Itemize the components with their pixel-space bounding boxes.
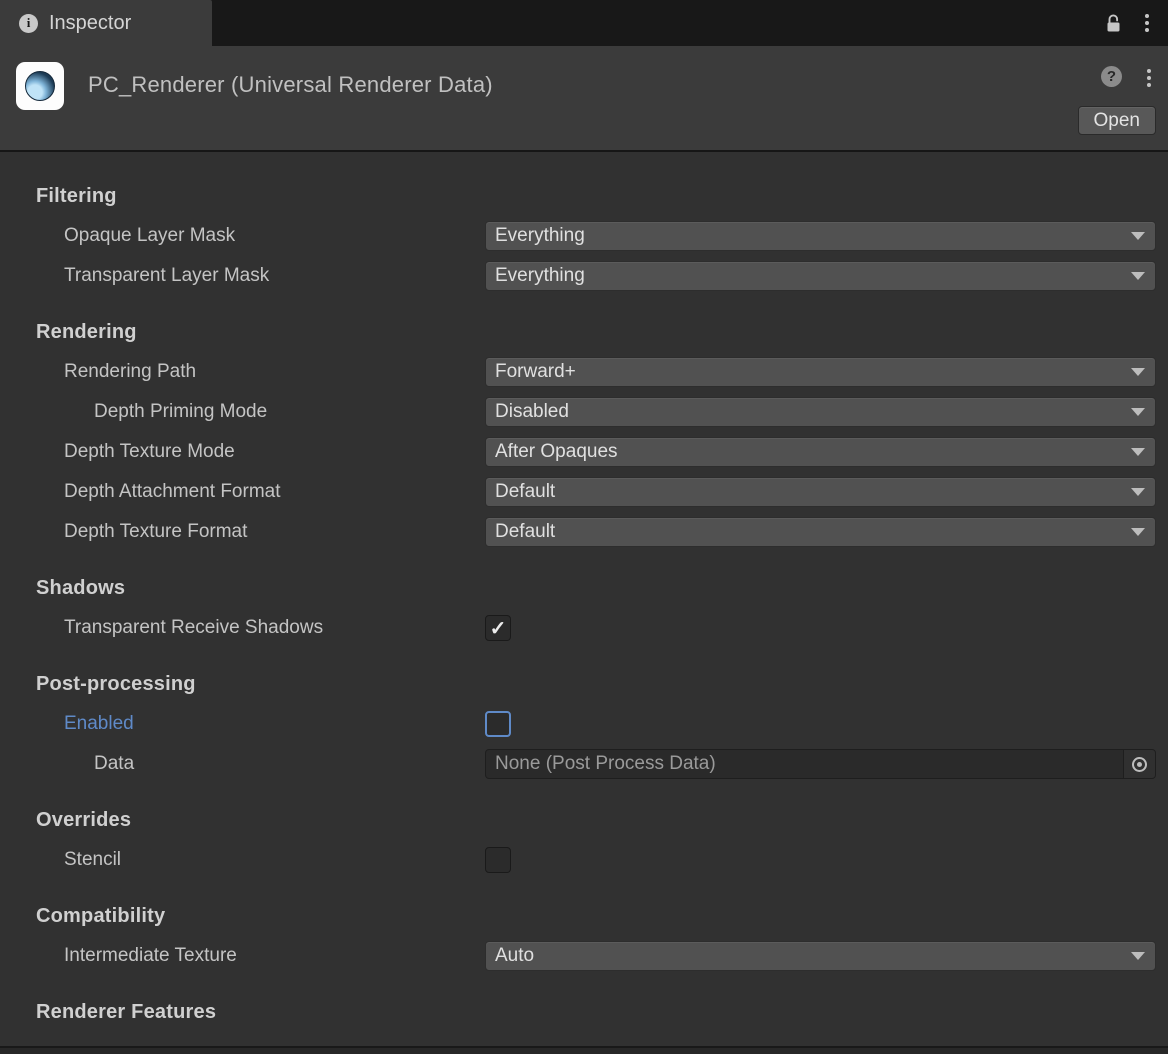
- checkbox-enabled[interactable]: [485, 711, 511, 737]
- property-row-transparent-receive-shadows: Transparent Receive Shadows: [0, 608, 1168, 648]
- checkbox-transparent-receive-shadows[interactable]: [485, 615, 511, 641]
- section-header-rendering: Rendering: [0, 312, 1168, 352]
- property-control: After Opaques: [485, 437, 1156, 467]
- chevron-down-icon: [1131, 232, 1145, 240]
- dropdown-opaque-layer-mask[interactable]: Everything: [485, 221, 1156, 251]
- property-label: Transparent Receive Shadows: [0, 617, 485, 639]
- property-control: None (Post Process Data): [485, 749, 1156, 779]
- chevron-down-icon: [1131, 488, 1145, 496]
- property-row-transparent-layer-mask: Transparent Layer Mask Everything: [0, 256, 1168, 296]
- tab-strip: i Inspector: [0, 0, 1168, 46]
- kebab-menu-icon[interactable]: [1142, 10, 1152, 36]
- property-label: Data: [0, 753, 485, 775]
- property-label: Depth Priming Mode: [0, 401, 485, 423]
- section-rendering: Rendering Rendering Path Forward+ Depth Pri…: [0, 312, 1168, 552]
- dropdown-value: Auto: [495, 945, 534, 967]
- unlock-icon[interactable]: [1105, 14, 1122, 33]
- section-shadows: Shadows Transparent Receive Shadows: [0, 568, 1168, 648]
- property-row-depth-priming-mode: Depth Priming Mode Disabled: [0, 392, 1168, 432]
- asset-icon: [16, 62, 64, 110]
- property-control: [485, 847, 1156, 873]
- property-label: Rendering Path: [0, 361, 485, 383]
- dropdown-value: Everything: [495, 265, 585, 287]
- section-header-post-processing: Post-processing: [0, 664, 1168, 704]
- chevron-down-icon: [1131, 952, 1145, 960]
- property-row-enabled: Enabled: [0, 704, 1168, 744]
- properties: FilteringOpaque Layer MaskEverythingTran…: [0, 176, 1168, 1036]
- dropdown-rendering-path[interactable]: Forward+: [485, 357, 1156, 387]
- checkbox-stencil[interactable]: [485, 847, 511, 873]
- dropdown-depth-texture-format[interactable]: Default: [485, 517, 1156, 547]
- bottom-divider: [0, 1046, 1168, 1054]
- inspector-window: i Inspector PC_Renderer (Universal Rende…: [0, 0, 1168, 1054]
- property-control: Default: [485, 517, 1156, 547]
- section-compatibility: Compatibility Intermediate Texture Auto: [0, 896, 1168, 976]
- help-icon[interactable]: ?: [1101, 66, 1122, 87]
- property-control: Default: [485, 477, 1156, 507]
- section-header-compatibility: Compatibility: [0, 896, 1168, 936]
- dropdown-transparent-layer-mask[interactable]: Everything: [485, 261, 1156, 291]
- property-control: [485, 615, 1156, 641]
- property-control: Forward+: [485, 357, 1156, 387]
- dropdown-value: Forward+: [495, 361, 576, 383]
- property-label: Depth Texture Mode: [0, 441, 485, 463]
- property-control: Auto: [485, 941, 1156, 971]
- dropdown-value: Default: [495, 481, 555, 503]
- info-icon: i: [19, 14, 38, 33]
- property-label: Depth Attachment Format: [0, 481, 485, 503]
- section-overrides: Overrides Stencil: [0, 800, 1168, 880]
- property-row-depth-texture-format: Depth Texture Format Default: [0, 512, 1168, 552]
- asset-header: PC_Renderer (Universal Renderer Data) ? …: [0, 46, 1168, 152]
- property-label: Opaque Layer Mask: [0, 225, 485, 247]
- section-header-shadows: Shadows: [0, 568, 1168, 608]
- open-button[interactable]: Open: [1078, 106, 1156, 135]
- chevron-down-icon: [1131, 272, 1145, 280]
- section-post-processing: Post-processing Enabled Data None (Post Pro…: [0, 664, 1168, 784]
- property-label: Intermediate Texture: [0, 945, 485, 967]
- property-row-data: Data None (Post Process Data): [0, 744, 1168, 784]
- section-renderer-features: Renderer Features: [0, 992, 1168, 1032]
- property-label: Stencil: [0, 849, 485, 871]
- property-control: [485, 711, 1156, 737]
- property-control: Everything: [485, 221, 1156, 251]
- tab-inspector[interactable]: i Inspector: [0, 0, 212, 46]
- dropdown-depth-texture-mode[interactable]: After Opaques: [485, 437, 1156, 467]
- topbar-actions: [1105, 0, 1168, 46]
- chevron-down-icon: [1131, 448, 1145, 456]
- property-control: Disabled: [485, 397, 1156, 427]
- header-kebab-menu-icon[interactable]: [1144, 65, 1154, 91]
- dropdown-value: Disabled: [495, 401, 569, 423]
- property-label: Enabled: [0, 713, 485, 735]
- section-header-overrides: Overrides: [0, 800, 1168, 840]
- asset-title: PC_Renderer (Universal Renderer Data): [88, 72, 493, 98]
- property-row-depth-texture-mode: Depth Texture Mode After Opaques: [0, 432, 1168, 472]
- property-label: Transparent Layer Mask: [0, 265, 485, 287]
- property-row-rendering-path: Rendering Path Forward+: [0, 352, 1168, 392]
- property-row-depth-attachment-format: Depth Attachment Format Default: [0, 472, 1168, 512]
- dropdown-depth-attachment-format[interactable]: Default: [485, 477, 1156, 507]
- property-row-stencil: Stencil: [0, 840, 1168, 880]
- property-row-intermediate-texture: Intermediate Texture Auto: [0, 936, 1168, 976]
- chevron-down-icon: [1131, 408, 1145, 416]
- tab-label: Inspector: [49, 12, 131, 35]
- chevron-down-icon: [1131, 528, 1145, 536]
- dropdown-value: After Opaques: [495, 441, 618, 463]
- object-field-value: None (Post Process Data): [495, 753, 716, 775]
- dropdown-value: Everything: [495, 225, 585, 247]
- property-control: Everything: [485, 261, 1156, 291]
- property-label: Depth Texture Format: [0, 521, 485, 543]
- renderer-sphere-icon: [25, 71, 55, 101]
- dropdown-intermediate-texture[interactable]: Auto: [485, 941, 1156, 971]
- target-picker-icon[interactable]: [1123, 750, 1155, 778]
- section-header-filtering: Filtering: [0, 176, 1168, 216]
- chevron-down-icon: [1131, 368, 1145, 376]
- section-header-renderer-features: Renderer Features: [0, 992, 1168, 1032]
- property-row-opaque-layer-mask: Opaque Layer Mask Everything: [0, 216, 1168, 256]
- object-field-data[interactable]: None (Post Process Data): [485, 749, 1156, 779]
- dropdown-value: Default: [495, 521, 555, 543]
- section-filtering: FilteringOpaque Layer MaskEverythingTran…: [0, 176, 1168, 296]
- dropdown-depth-priming-mode[interactable]: Disabled: [485, 397, 1156, 427]
